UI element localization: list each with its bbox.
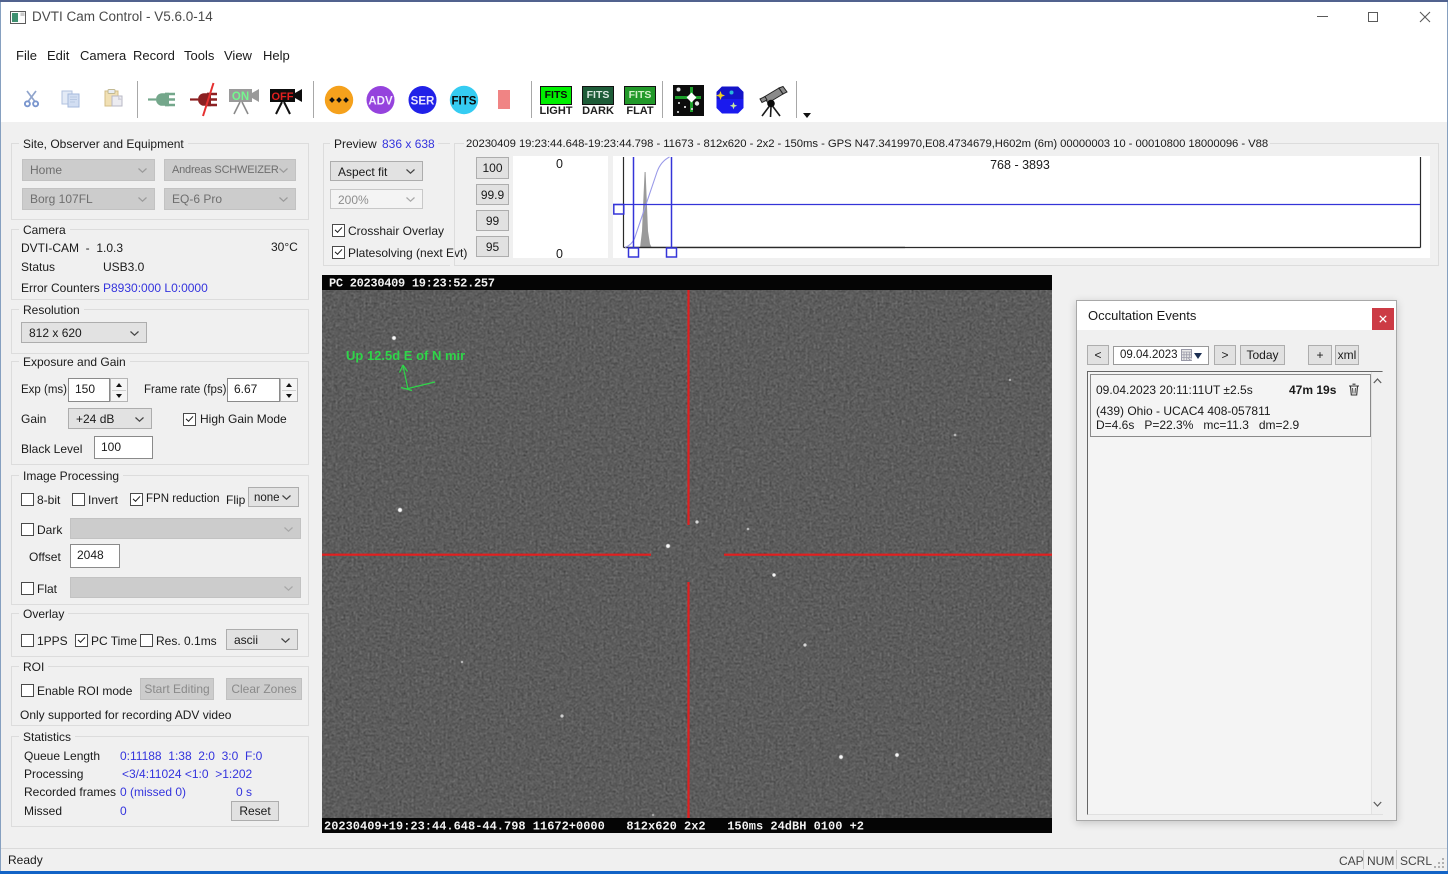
svg-text:PC 20230409 19:23:52.257: PC 20230409 19:23:52.257 [329, 277, 495, 291]
svg-text:SER: SER [411, 96, 435, 108]
svg-text:768 - 3893: 768 - 3893 [990, 158, 1050, 172]
svg-text:ON: ON [232, 91, 249, 103]
svg-text:FITS: FITS [452, 96, 477, 108]
svg-text:Up 12.5d E of N mir: Up 12.5d E of N mir [346, 348, 465, 363]
svg-text:20230409+19:23:44.648-44.798 1: 20230409+19:23:44.648-44.798 11672+0000 … [324, 820, 864, 833]
svg-text:ADV: ADV [368, 96, 393, 108]
svg-text:OFF: OFF [272, 91, 294, 103]
